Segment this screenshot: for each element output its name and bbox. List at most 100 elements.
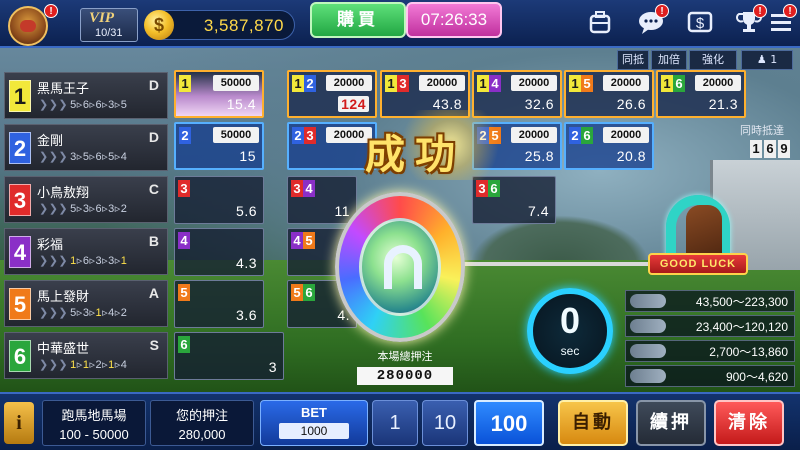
horseshoe-icon: [384, 245, 422, 289]
cell-odds: 124: [338, 96, 369, 112]
horse-row-6[interactable]: 6 中華盛世 S ❯❯❯ 1▹1▹2▹1▹4: [4, 332, 168, 379]
bet-cell-4[interactable]: 4 4.3: [174, 228, 264, 276]
horse-number: 6: [9, 340, 31, 372]
clear-button[interactable]: 清除: [714, 400, 784, 446]
form-place: 2: [95, 359, 103, 371]
form-place: 3: [82, 203, 90, 215]
bet-cell-1[interactable]: 1 50000 15.4: [174, 70, 264, 118]
form-arrows-icon: ❯❯❯: [39, 151, 69, 163]
avatar[interactable]: [8, 6, 48, 46]
horse-recent-form: ❯❯❯ 5▹3▹1▹4▹2: [39, 307, 128, 319]
cell-odds: 25.8: [524, 148, 554, 164]
form-place: 3: [108, 99, 115, 111]
double-option[interactable]: 加倍: [651, 50, 687, 70]
backpack-icon[interactable]: [585, 8, 615, 38]
trophy-alert-badge: !: [753, 4, 767, 18]
form-place: 1: [82, 359, 90, 371]
chat-alert-badge: !: [655, 4, 669, 18]
cell-bet-limit: 20000: [603, 75, 649, 91]
cell-odds: 21.3: [708, 96, 738, 112]
bet-cell-1-6[interactable]: 16 20000 21.3: [656, 70, 746, 118]
cell-horse-number: 2: [304, 75, 316, 92]
cell-horse-number: 5: [291, 284, 303, 301]
bet-title: BET: [301, 405, 327, 420]
total-pool: 本場總押注 280000: [350, 348, 460, 388]
form-arrows-icon: ❯❯❯: [39, 255, 69, 267]
form-place: 1: [70, 255, 77, 267]
payout-range: 43,500～223,300: [695, 295, 788, 309]
cash-icon[interactable]: $: [685, 8, 715, 38]
bet-cell-5[interactable]: 5 3.6: [174, 280, 264, 328]
bet-cell-2[interactable]: 2 50000 15: [174, 122, 264, 170]
bet-cell-3-4[interactable]: 34 11: [287, 176, 357, 224]
form-place: 5: [82, 151, 90, 163]
cell-horse-number: 2: [292, 127, 304, 144]
avatar-alert-badge: !: [44, 4, 58, 18]
auto-button[interactable]: 自動: [558, 400, 628, 446]
cell-horse-number: 5: [581, 75, 593, 92]
cell-odds: 32.6: [524, 96, 554, 112]
bet-cell-1-5[interactable]: 15 20000 26.6: [564, 70, 654, 118]
tier-badge-icon: [630, 294, 666, 308]
vip-level: 10/31: [95, 27, 123, 39]
chip-10-button[interactable]: 10: [422, 400, 468, 446]
horse-row-2[interactable]: 2 金剛 D ❯❯❯ 3▹5▹6▹5▹4: [4, 124, 168, 171]
form-place: 5: [120, 99, 128, 111]
enhance-option[interactable]: 強化: [689, 50, 737, 70]
form-place: 1: [95, 307, 103, 319]
countdown-value: 0: [559, 300, 581, 341]
repeat-bet-button[interactable]: 續押: [636, 400, 706, 446]
total-pool-label: 本場總押注: [377, 350, 433, 363]
cell-horse-number: 6: [178, 336, 190, 353]
form-place: 6: [95, 203, 103, 215]
horse-row-5[interactable]: 5 馬上發財 A ❯❯❯ 5▹3▹1▹4▹2: [4, 280, 168, 327]
cell-horse-number: 1: [569, 75, 581, 92]
form-place: 1: [108, 359, 115, 371]
countdown-unit: sec: [560, 344, 580, 358]
bet-amount-panel[interactable]: BET 1000: [260, 400, 368, 446]
horse-name: 金剛: [37, 134, 64, 149]
avatar-face: [20, 20, 36, 32]
info-button[interactable]: i: [4, 402, 34, 444]
chip-1-button[interactable]: 1: [372, 400, 418, 446]
tier-badge-icon: [630, 344, 666, 358]
bet-cell-6[interactable]: 6 3: [174, 332, 284, 380]
countdown-timer: 0 sec: [527, 288, 613, 374]
horse-row-1[interactable]: 1 黑馬王子 D ❯❯❯ 5▹6▹6▹3▹5: [4, 72, 168, 119]
horse-row-4[interactable]: 4 彩福 B ❯❯❯ 1▹6▹3▹3▹1: [4, 228, 168, 275]
horse-name: 馬上發財: [37, 290, 90, 305]
form-place: 6: [95, 99, 103, 111]
form-place: 4: [108, 307, 115, 319]
chip-100-button[interactable]: 100: [474, 400, 544, 446]
bet-cell-3[interactable]: 3 5.6: [174, 176, 264, 224]
form-place: 6: [82, 255, 90, 267]
total-pool-value: 280000: [357, 367, 453, 385]
cell-odds: 4.3: [236, 255, 257, 271]
vip-badge[interactable]: VIP 10/31: [80, 8, 138, 42]
buy-button[interactable]: 購買: [310, 2, 406, 38]
horse-name: 彩福: [37, 238, 64, 253]
coin-icon: $: [144, 10, 174, 40]
horse-row-3[interactable]: 3 小鳥敖翔 C ❯❯❯ 5▹3▹6▹3▹2: [4, 176, 168, 223]
bottom-bar: i 跑馬地馬場 100 - 50000 您的押注 280,000 BET 100…: [0, 392, 800, 450]
cell-horse-number: 6: [673, 75, 685, 92]
form-arrows-icon: ❯❯❯: [39, 203, 69, 215]
cell-horse-number: 4: [303, 180, 315, 197]
bet-cell-2-6[interactable]: 26 20000 20.8: [564, 122, 654, 170]
same-odds-option[interactable]: 同抵: [617, 50, 649, 70]
svg-text:$: $: [696, 15, 705, 32]
coins-display: $ 3,587,870: [144, 10, 295, 40]
bet-cell-1-2[interactable]: 12 20000 124: [287, 70, 377, 118]
horse-recent-form: ❯❯❯ 3▹5▹6▹5▹4: [39, 151, 128, 163]
form-place: 5: [108, 151, 115, 163]
cell-horse-number: 3: [397, 75, 409, 92]
coins-value: 3,587,870: [203, 16, 284, 35]
bet-value: 1000: [279, 423, 349, 439]
simultaneous-arrival-counter: 1 6 9: [750, 140, 790, 158]
bet-cell-3-6[interactable]: 36 7.4: [472, 176, 556, 224]
form-arrows-icon: ❯❯❯: [39, 99, 69, 111]
horse-grade: C: [148, 181, 159, 197]
form-place: 2: [120, 307, 128, 319]
horse-name: 中華盛世: [37, 342, 90, 357]
horse-recent-form: ❯❯❯ 5▹3▹6▹3▹2: [39, 203, 128, 215]
